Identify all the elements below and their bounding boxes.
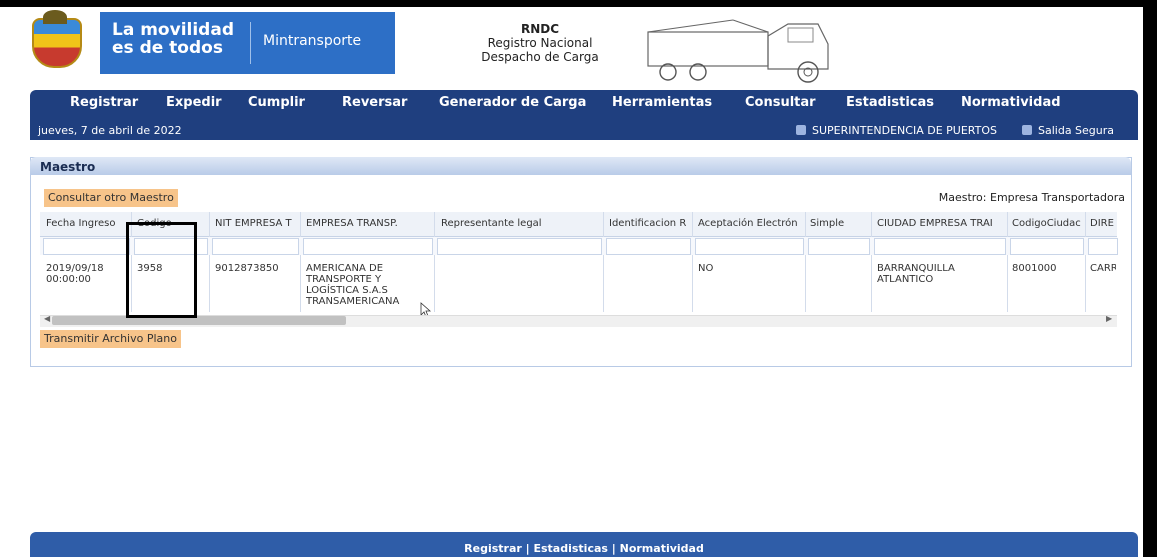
filter-simple-input[interactable] bbox=[808, 238, 870, 255]
scroll-left-icon[interactable]: ◀ bbox=[44, 314, 50, 323]
consultar-otro-maestro-button[interactable]: Consultar otro Maestro bbox=[44, 189, 178, 207]
cell-empresa-2: TRANSPORTE Y bbox=[306, 274, 382, 285]
cell-empresa-4: TRANSAMERICANA bbox=[306, 296, 400, 307]
slogan-line2: es de todos bbox=[112, 38, 223, 58]
brand-divider bbox=[250, 22, 251, 64]
filter-ciudad-input[interactable] bbox=[874, 238, 1006, 255]
cell-codigo-ciudad: 8001000 bbox=[1012, 263, 1057, 274]
rndc-subtitle-1: Registro Nacional bbox=[487, 36, 593, 50]
nav-estadisticas[interactable]: Estadisticas bbox=[846, 95, 934, 110]
eagle-icon bbox=[43, 10, 67, 24]
ministry-name: Mintransporte bbox=[263, 33, 362, 49]
maestro-label: Maestro: Empresa Transportadora bbox=[938, 191, 1125, 204]
col-separator bbox=[1007, 212, 1008, 312]
col-separator bbox=[692, 212, 693, 312]
filter-representante-input[interactable] bbox=[437, 238, 602, 255]
col-aceptacion[interactable]: Aceptación Electrón bbox=[698, 218, 804, 229]
col-separator bbox=[300, 212, 301, 312]
cell-ciudad-2: ATLANTICO bbox=[877, 274, 934, 285]
nav-registrar[interactable]: Registrar bbox=[70, 95, 138, 110]
nav-expedir[interactable]: Expedir bbox=[166, 95, 222, 110]
col-separator bbox=[871, 212, 872, 312]
nav-consultar[interactable]: Consultar bbox=[745, 95, 816, 110]
col-nit-empresa[interactable]: NIT EMPRESA T bbox=[215, 218, 297, 229]
col-ciudad-empresa[interactable]: CIUDAD EMPRESA TRAI bbox=[877, 218, 1005, 229]
panel-header bbox=[30, 157, 1131, 175]
scroll-right-icon[interactable]: ▶ bbox=[1106, 314, 1112, 323]
col-separator bbox=[603, 212, 604, 312]
exit-bullet-icon bbox=[1022, 125, 1032, 135]
col-codigo-ciudad[interactable]: CodigoCiudac bbox=[1012, 218, 1084, 229]
col-separator bbox=[209, 212, 210, 312]
cell-empresa-1: AMERICANA DE bbox=[306, 263, 384, 274]
col-separator bbox=[434, 212, 435, 312]
col-separator bbox=[1085, 212, 1086, 312]
top-black-bar bbox=[0, 0, 1157, 7]
nav-normatividad[interactable]: Normatividad bbox=[961, 95, 1061, 110]
current-date: jueves, 7 de abril de 2022 bbox=[38, 124, 182, 137]
cell-direccion: CARR bbox=[1090, 263, 1116, 274]
cell-ciudad-1: BARRANQUILLA bbox=[877, 263, 955, 274]
coat-of-arms-icon bbox=[32, 18, 82, 68]
scrollbar-thumb[interactable] bbox=[52, 316, 346, 325]
filter-empresa-input[interactable] bbox=[303, 238, 433, 255]
filter-fecha-input[interactable] bbox=[43, 238, 130, 255]
rndc-title: RNDC bbox=[520, 22, 560, 36]
salida-segura-link[interactable]: Salida Segura bbox=[1038, 124, 1114, 137]
link-bullet-icon bbox=[796, 125, 806, 135]
col-direccion[interactable]: DIRE bbox=[1090, 218, 1117, 229]
transmitir-archivo-plano-button[interactable]: Transmitir Archivo Plano bbox=[40, 330, 181, 348]
cell-nit: 9012873850 bbox=[215, 263, 279, 274]
footer-links[interactable]: Registrar | Estadisticas | Normatividad bbox=[30, 542, 1138, 555]
nav-cumplir[interactable]: Cumplir bbox=[248, 95, 305, 110]
truck-icon bbox=[647, 19, 829, 83]
superintendencia-link[interactable]: SUPERINTENDENCIA DE PUERTOS bbox=[812, 124, 997, 137]
filter-direccion-input[interactable] bbox=[1088, 238, 1118, 255]
col-separator bbox=[805, 212, 806, 312]
filter-nit-input[interactable] bbox=[212, 238, 299, 255]
nav-generador-de-carga[interactable]: Generador de Carga bbox=[439, 95, 586, 110]
nav-herramientas[interactable]: Herramientas bbox=[612, 95, 712, 110]
col-simple[interactable]: Simple bbox=[810, 218, 868, 229]
slogan-line1: La movilidad bbox=[112, 20, 234, 40]
col-identificacion[interactable]: Identificacion R bbox=[609, 218, 691, 229]
nav-reversar[interactable]: Reversar bbox=[342, 95, 407, 110]
rndc-subtitle-2: Despacho de Carga bbox=[481, 50, 599, 64]
panel-title: Maestro bbox=[40, 160, 96, 174]
cell-empresa-3: LOGÍSTICA S.A.S bbox=[306, 285, 388, 296]
annotation-highlight bbox=[126, 222, 197, 318]
cell-hora: 00:00:00 bbox=[46, 274, 91, 285]
col-empresa-transp[interactable]: EMPRESA TRANSP. bbox=[306, 218, 426, 229]
cell-aceptacion: NO bbox=[698, 263, 714, 274]
cell-fecha: 2019/09/18 bbox=[46, 263, 104, 274]
filter-codigo-ciudad-input[interactable] bbox=[1010, 238, 1084, 255]
filter-identificacion-input[interactable] bbox=[606, 238, 691, 255]
col-fecha-ingreso[interactable]: Fecha Ingreso bbox=[46, 218, 128, 229]
filter-aceptacion-input[interactable] bbox=[695, 238, 804, 255]
col-representante-legal[interactable]: Representante legal bbox=[441, 218, 601, 229]
right-edge bbox=[1143, 0, 1157, 557]
